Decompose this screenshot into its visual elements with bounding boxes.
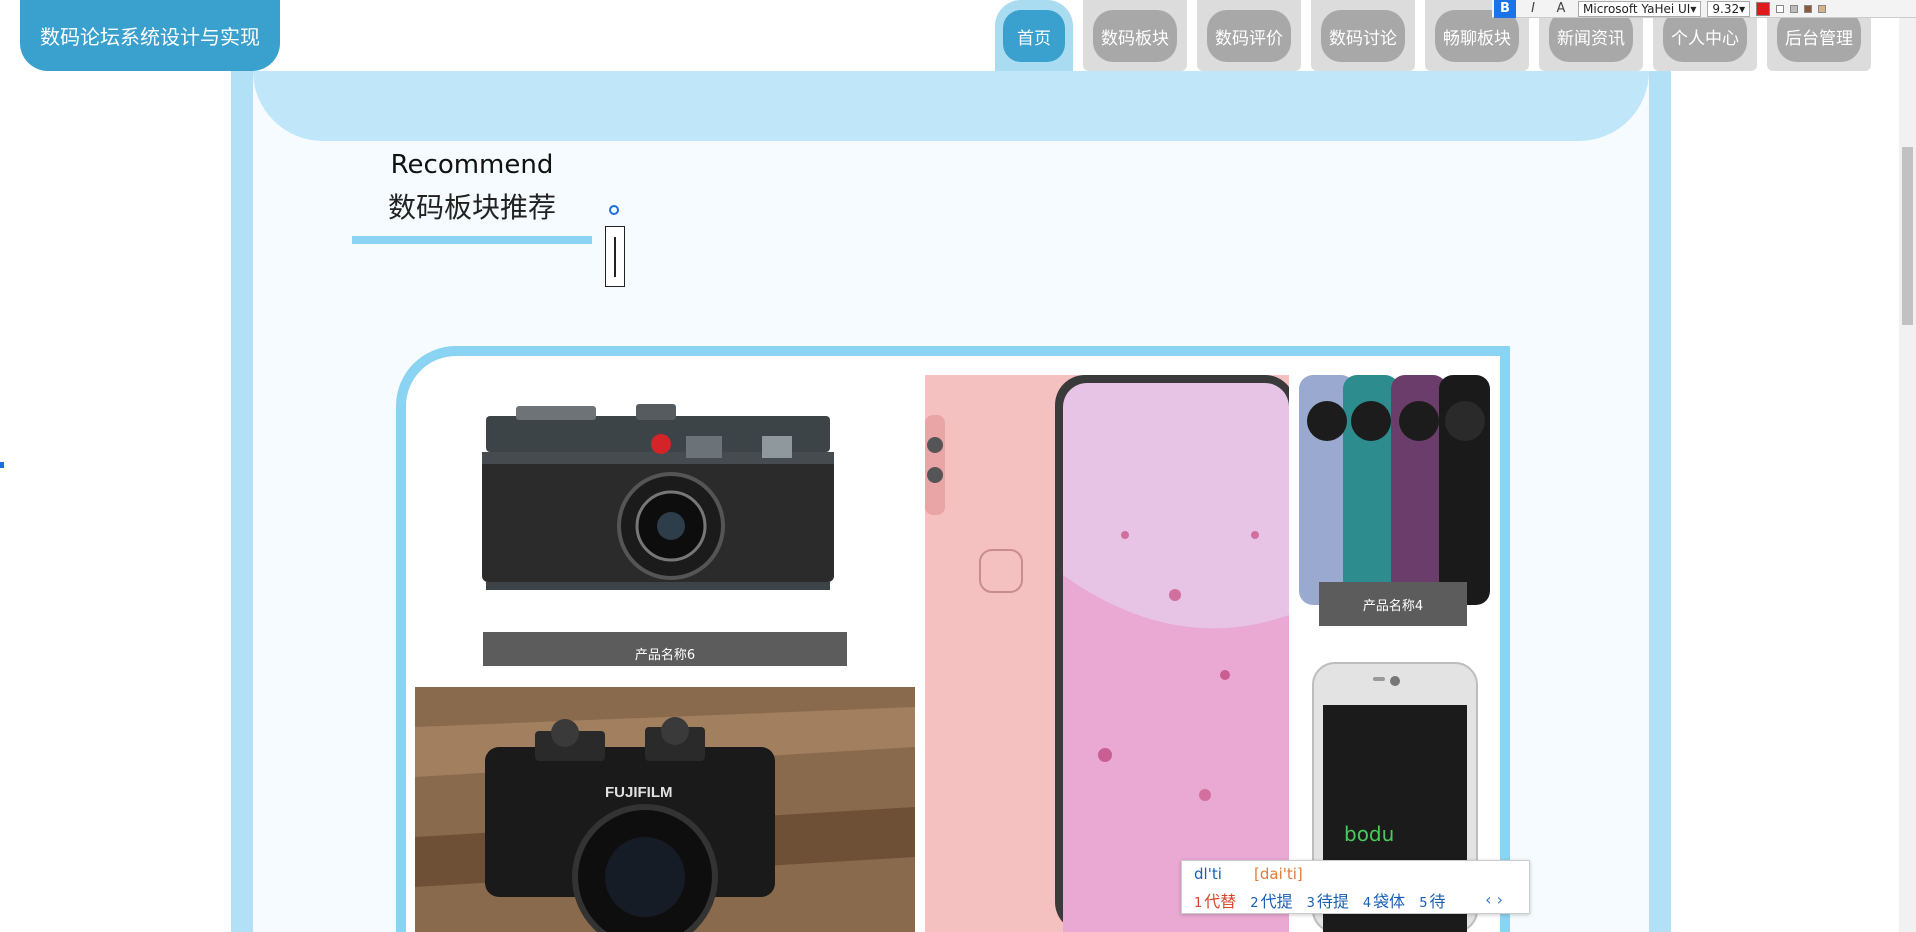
ime-candidate[interactable]: 5待 [1419, 888, 1445, 912]
product-caption: 产品名称6 [483, 632, 847, 666]
phone-brand-logo: bodu [1344, 822, 1394, 846]
bold-button[interactable]: B [1494, 0, 1516, 18]
ime-candidate-list: 1 代替 2 代提 3 待提 4 袋体 5待 [1194, 888, 1445, 912]
section-title-cn: 数码板块推荐 [387, 191, 556, 224]
format-toolbar: B I A Microsoft YaHei UI ▾ 9.32 ▾ [1492, 0, 1916, 18]
font-family-value: Microsoft YaHei UI [1583, 1, 1691, 16]
vertical-scrollbar[interactable] [1899, 0, 1916, 932]
text-caret-box[interactable] [605, 226, 625, 287]
nav-item-label: 数码评价 [1207, 10, 1291, 62]
ime-candidate[interactable]: 4 袋体 [1363, 888, 1405, 912]
site-logo[interactable]: 数码论坛系统设计与实现 [20, 0, 280, 71]
ime-candidate[interactable]: 1 代替 [1194, 888, 1236, 912]
section-title-en: Recommend [390, 150, 554, 180]
fujifilm-camera-image: FUJIFILM [415, 687, 915, 932]
section-underline [352, 236, 592, 244]
leica-camera-image [482, 404, 834, 590]
nav-item-digital-section[interactable]: 数码板块 [1083, 0, 1187, 71]
page: 数码论坛系统设计与实现 首页 数码板块 数码评价 数码讨论 畅聊板块 新闻资讯 … [0, 0, 1916, 932]
scrollbar-thumb[interactable] [1902, 147, 1913, 325]
site-logo-text: 数码论坛系统设计与实现 [40, 25, 260, 49]
ime-candidate-window: dl'ti [dai'ti] 1 代替 2 代提 3 待提 4 袋体 5待 ‹ › [1181, 860, 1530, 914]
font-family-select[interactable]: Microsoft YaHei UI ▾ [1578, 0, 1702, 17]
italic-button[interactable]: I [1522, 0, 1544, 18]
product-caption: 产品名称4 [1319, 582, 1467, 626]
pink-phone-image [925, 375, 1289, 932]
svg-text:FUJIFILM: FUJIFILM [605, 784, 673, 801]
font-size-select[interactable]: 9.32 ▾ [1707, 0, 1751, 17]
product-card-phone-mate[interactable]: 产品名称4 [1299, 375, 1490, 635]
color-swatch-gray[interactable] [1790, 4, 1799, 13]
nav-item-home[interactable]: 首页 [995, 0, 1073, 71]
color-swatch-tan[interactable] [1818, 4, 1827, 13]
product-card-phone-pink[interactable] [925, 375, 1289, 932]
nav-item-digital-discussion[interactable]: 数码讨论 [1311, 0, 1415, 71]
ime-typed-text: dl'ti [1194, 865, 1222, 883]
nav-item-label: 数码讨论 [1321, 10, 1405, 62]
nav-item-label: 首页 [1003, 10, 1065, 62]
product-card-camera-leica[interactable]: 产品名称6 [446, 366, 886, 666]
edge-marker [0, 462, 4, 468]
color-swatch-red[interactable] [1756, 1, 1771, 16]
header-arc-decoration [253, 71, 1649, 141]
ime-page-arrows-icon[interactable]: ‹ › [1485, 890, 1503, 909]
ime-candidate[interactable]: 2 代提 [1250, 888, 1292, 912]
color-swatch-white[interactable] [1776, 4, 1785, 13]
target-icon[interactable] [609, 205, 619, 215]
product-card-camera-fujifilm[interactable]: FUJIFILM [415, 687, 915, 932]
color-swatch-brown[interactable] [1804, 4, 1813, 13]
nav-item-digital-review[interactable]: 数码评价 [1197, 0, 1301, 71]
clear-format-button[interactable]: A [1550, 0, 1572, 18]
nav-item-label: 数码板块 [1093, 10, 1177, 62]
ime-pinyin-hint: [dai'ti] [1254, 865, 1303, 883]
font-size-value: 9.32 [1712, 1, 1740, 16]
ime-candidate[interactable]: 3 待提 [1307, 888, 1349, 912]
